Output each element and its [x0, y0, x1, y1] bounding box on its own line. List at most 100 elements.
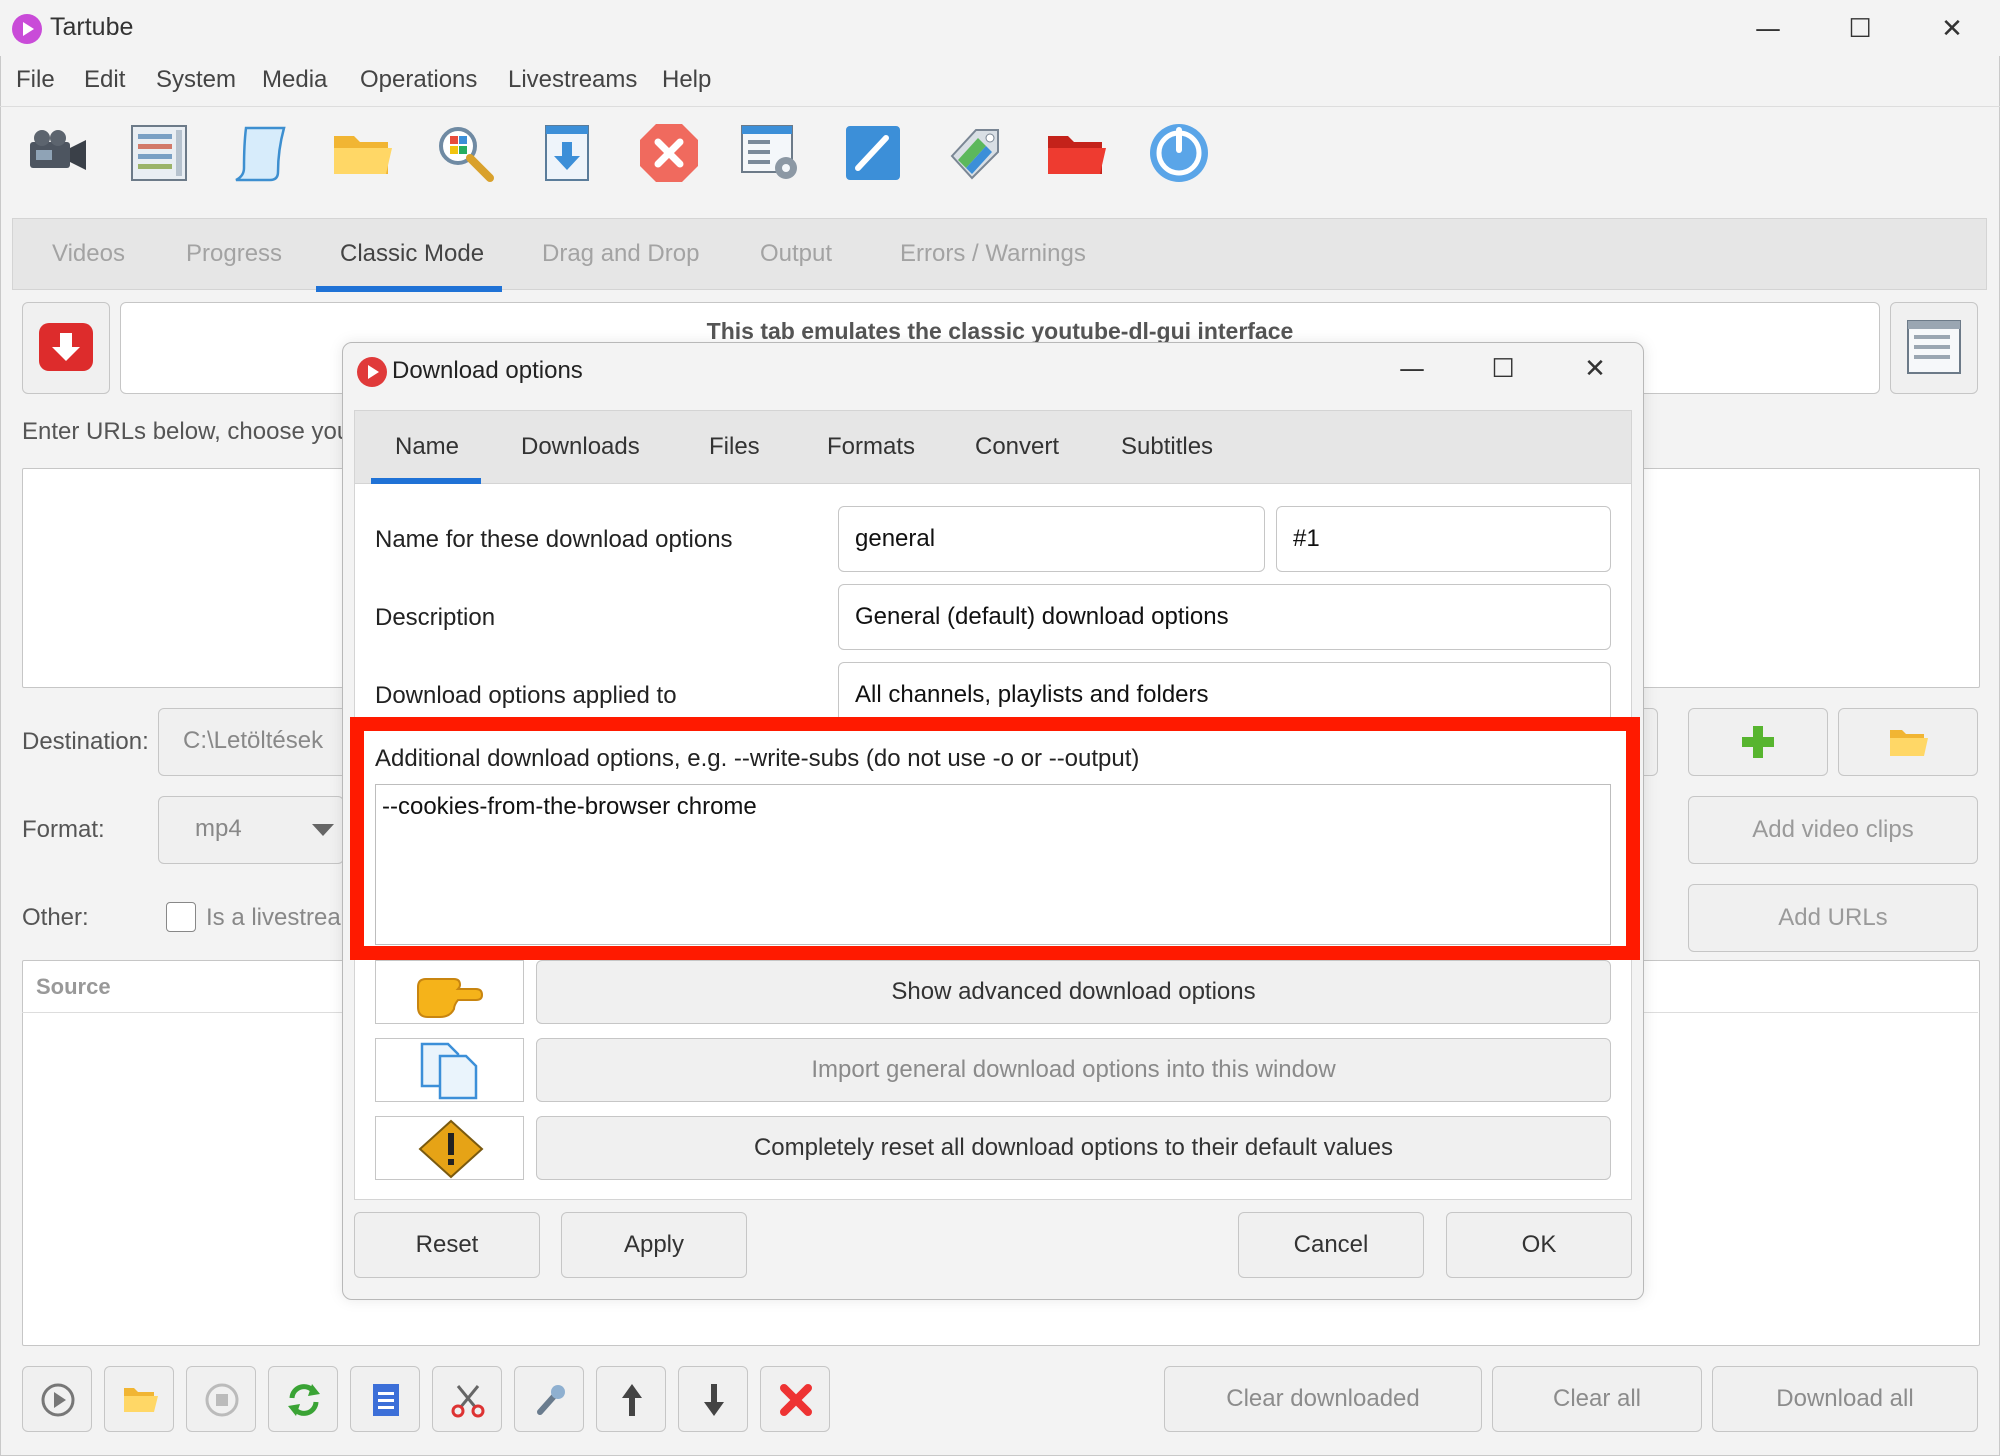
play-button[interactable]: [22, 1366, 92, 1432]
classic-menu-button[interactable]: [1890, 302, 1978, 394]
menu-edit[interactable]: Edit: [84, 66, 125, 94]
menu-list-icon: [1907, 320, 1961, 374]
move-down-button[interactable]: [678, 1366, 748, 1432]
menu-system[interactable]: System: [156, 66, 236, 94]
tab-videos[interactable]: Videos: [52, 240, 125, 268]
folder-icon: [124, 1388, 158, 1412]
cut-button[interactable]: [432, 1366, 502, 1432]
import-icon-box: [375, 1038, 524, 1102]
red-x-icon: [780, 1384, 812, 1416]
arrow-down-icon: [704, 1384, 724, 1416]
stop-icon[interactable]: [636, 120, 702, 186]
maximize-button[interactable]: ☐: [1830, 10, 1890, 48]
copy-document-icon: [420, 1042, 478, 1100]
reset-icon-box: [375, 1116, 524, 1180]
dialog-tab-downloads[interactable]: Downloads: [521, 433, 640, 461]
scroll-icon[interactable]: [228, 120, 294, 186]
source-column-header[interactable]: Source: [36, 974, 111, 1000]
edit-icon[interactable]: [840, 120, 906, 186]
classic-download-button[interactable]: [22, 302, 110, 394]
dialog-reset-button[interactable]: Reset: [354, 1212, 540, 1278]
dialog-tab-name[interactable]: Name: [395, 433, 459, 461]
download-arrow-icon: [39, 323, 93, 371]
livestream-label: Is a livestream: [206, 904, 361, 931]
tab-drag-and-drop[interactable]: Drag and Drop: [542, 240, 699, 268]
move-up-button[interactable]: [596, 1366, 666, 1432]
tools-button[interactable]: [514, 1366, 584, 1432]
tab-output[interactable]: Output: [760, 240, 832, 268]
add-urls-button[interactable]: Add URLs: [1688, 884, 1978, 952]
stop-circle-icon: [205, 1383, 239, 1417]
dialog-apply-button[interactable]: Apply: [561, 1212, 747, 1278]
menu-help[interactable]: Help: [662, 66, 711, 94]
refresh-icon: [288, 1384, 320, 1416]
tab-classic-mode[interactable]: Classic Mode: [340, 240, 484, 268]
add-destination-button[interactable]: [1688, 708, 1828, 776]
highlight-annotation-box: [350, 717, 1640, 960]
download-all-button[interactable]: Download all: [1712, 1366, 1978, 1432]
arrow-up-icon: [622, 1384, 642, 1416]
open-folder-button[interactable]: [104, 1366, 174, 1432]
menu-operations[interactable]: Operations: [360, 66, 477, 94]
document-icon: [373, 1384, 399, 1416]
open-folder-icon: [1890, 730, 1928, 756]
destination-label: Destination:: [22, 728, 149, 755]
remove-button[interactable]: [760, 1366, 830, 1432]
clear-all-button[interactable]: Clear all: [1492, 1366, 1702, 1432]
options-id-field[interactable]: #1: [1276, 506, 1611, 572]
description-field[interactable]: General (default) download options: [838, 584, 1611, 650]
video-list-icon[interactable]: [126, 120, 192, 186]
description-label: Description: [375, 604, 496, 631]
browse-destination-button[interactable]: [1838, 708, 1978, 776]
app-title: Tartube: [50, 13, 134, 41]
add-video-clips-button[interactable]: Add video clips: [1688, 796, 1978, 864]
tab-progress[interactable]: Progress: [186, 240, 282, 268]
folder-icon[interactable]: [330, 120, 396, 186]
minimize-button[interactable]: —: [1738, 10, 1798, 48]
enter-urls-label: Enter URLs below, choose your: [22, 418, 359, 445]
livestream-checkbox[interactable]: [166, 902, 196, 932]
menu-file[interactable]: File: [16, 66, 55, 94]
dialog-tab-formats[interactable]: Formats: [827, 433, 915, 461]
camera-icon[interactable]: [24, 120, 90, 186]
power-icon[interactable]: [1146, 120, 1212, 186]
document-button[interactable]: [350, 1366, 420, 1432]
warning-icon: [418, 1119, 484, 1179]
tartube-logo-icon: [12, 14, 42, 44]
dialog-logo-icon: [357, 357, 387, 387]
show-advanced-options-button[interactable]: Show advanced download options: [536, 960, 1611, 1024]
pointing-hand-icon: [417, 978, 484, 1018]
stop-button[interactable]: [186, 1366, 256, 1432]
scissors-icon: [451, 1385, 485, 1418]
red-folder-icon[interactable]: [1044, 120, 1110, 186]
reset-all-options-button[interactable]: Completely reset all download options to…: [536, 1116, 1611, 1180]
dialog-close-button[interactable]: ✕: [1565, 350, 1625, 388]
download-icon[interactable]: [534, 120, 600, 186]
search-icon[interactable]: [432, 120, 498, 186]
menu-livestreams[interactable]: Livestreams: [508, 66, 637, 94]
dialog-tab-subtitles[interactable]: Subtitles: [1121, 433, 1213, 461]
name-label: Name for these download options: [375, 526, 733, 553]
dialog-cancel-button[interactable]: Cancel: [1238, 1212, 1424, 1278]
close-button[interactable]: ✕: [1922, 10, 1982, 48]
title-bar: [0, 0, 2000, 56]
settings-icon[interactable]: [738, 120, 804, 186]
format-label: Format:: [22, 816, 105, 843]
name-field[interactable]: general: [838, 506, 1265, 572]
dialog-maximize-button[interactable]: ☐: [1473, 350, 1533, 388]
advanced-icon-box: [375, 960, 524, 1024]
dialog-minimize-button[interactable]: —: [1382, 350, 1442, 388]
clear-downloaded-button[interactable]: Clear downloaded: [1164, 1366, 1482, 1432]
dialog-tab-files[interactable]: Files: [709, 433, 760, 461]
plus-icon: [1742, 726, 1774, 758]
wrench-icon: [537, 1385, 565, 1415]
tab-errors-warnings[interactable]: Errors / Warnings: [900, 240, 1086, 268]
dialog-ok-button[interactable]: OK: [1446, 1212, 1632, 1278]
refresh-button[interactable]: [268, 1366, 338, 1432]
dialog-tab-convert[interactable]: Convert: [975, 433, 1059, 461]
other-label: Other:: [22, 904, 89, 931]
tag-icon[interactable]: [942, 120, 1008, 186]
menu-media[interactable]: Media: [262, 66, 327, 94]
import-general-options-button[interactable]: Import general download options into thi…: [536, 1038, 1611, 1102]
chevron-down-icon: [312, 824, 334, 836]
